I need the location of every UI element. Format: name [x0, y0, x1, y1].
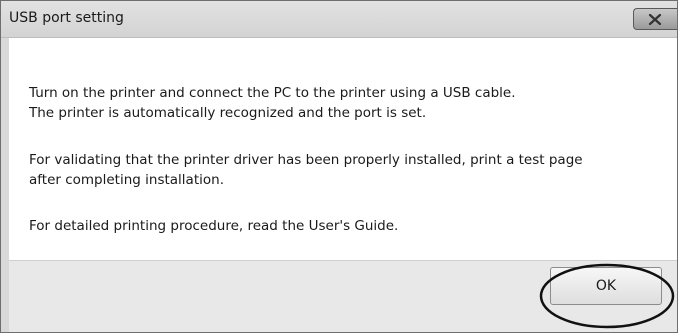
message-area: Turn on the printer and connect the PC t…	[9, 38, 677, 260]
message-line-3: For validating that the printer driver h…	[29, 152, 583, 168]
message-line-4: after completing installation.	[29, 172, 224, 188]
message-line-1: Turn on the printer and connect the PC t…	[29, 85, 516, 101]
usb-port-setting-dialog: USB port setting Turn on the printer and…	[0, 0, 678, 333]
ok-button[interactable]: OK	[550, 267, 662, 305]
close-icon	[648, 14, 662, 25]
message-line-2: The printer is automatically recognized …	[29, 105, 427, 121]
title-bar[interactable]: USB port setting	[1, 1, 677, 38]
message-line-5: For detailed printing procedure, read th…	[29, 218, 399, 234]
window-title: USB port setting	[9, 10, 124, 26]
close-button[interactable]	[633, 8, 677, 30]
